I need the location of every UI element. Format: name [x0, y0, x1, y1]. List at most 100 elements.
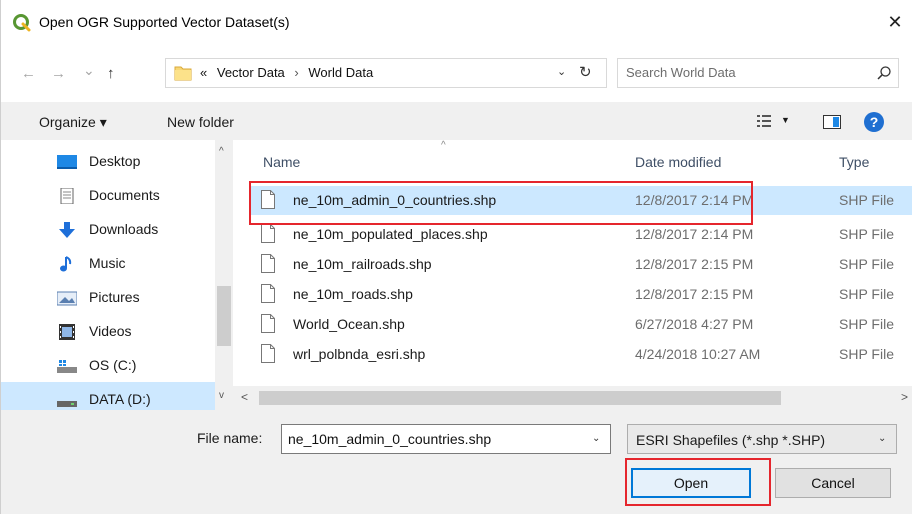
file-date: 12/8/2017 2:15 PM [635, 286, 754, 302]
scroll-right-icon[interactable]: > [901, 390, 908, 404]
file-icon [261, 344, 275, 363]
table-row[interactable]: ne_10m_railroads.shp 12/8/2017 2:15 PM S… [249, 250, 912, 279]
file-name: ne_10m_populated_places.shp [293, 226, 488, 242]
file-icon [261, 190, 275, 209]
file-name: ne_10m_roads.shp [293, 286, 413, 302]
table-row[interactable]: World_Ocean.shp 6/27/2018 4:27 PM SHP Fi… [249, 310, 912, 339]
desktop-icon [57, 155, 77, 169]
back-arrow-icon[interactable]: ← [21, 64, 36, 84]
sidebar-item-os-c[interactable]: OS (C:) [1, 348, 215, 382]
table-row[interactable]: ne_10m_populated_places.shp 12/8/2017 2:… [249, 220, 912, 249]
drive-icon [57, 401, 77, 407]
file-date: 4/24/2018 10:27 AM [635, 346, 761, 362]
file-type: SHP File [839, 286, 894, 302]
close-icon[interactable]: ✕ [885, 12, 905, 32]
sidebar-item-videos[interactable]: Videos [1, 314, 215, 348]
preview-pane-icon[interactable] [823, 115, 841, 129]
cancel-button[interactable]: Cancel [775, 468, 891, 498]
new-folder-button[interactable]: New folder [167, 114, 234, 130]
table-row[interactable]: wrl_polbnda_esri.shp 4/24/2018 10:27 AM … [249, 340, 912, 369]
up-arrow-icon[interactable]: ↑ [107, 64, 115, 84]
file-type: SHP File [839, 192, 894, 208]
forward-arrow-icon[interactable]: → [51, 64, 66, 84]
column-header-name[interactable]: Name ^ [233, 140, 613, 180]
breadcrumb-overflow[interactable]: « [200, 65, 207, 80]
sidebar-item-data-d[interactable]: DATA (D:) [1, 382, 215, 410]
search-input[interactable] [626, 65, 866, 80]
file-icon [261, 224, 275, 243]
help-icon[interactable]: ? [864, 112, 884, 132]
videos-icon [59, 324, 75, 340]
column-header-date[interactable]: Date modified [623, 140, 823, 180]
sidebar-item-pictures[interactable]: Pictures [1, 280, 215, 314]
chevron-down-icon[interactable]: ⌄ [557, 65, 566, 78]
horizontal-scrollbar[interactable]: < > [233, 386, 912, 410]
navigation-pane: Desktop Documents Downloads Music Pictur… [1, 140, 233, 410]
file-date: 6/27/2018 4:27 PM [635, 316, 754, 332]
sidebar-item-label: Desktop [89, 153, 141, 169]
sidebar-item-label: Downloads [89, 221, 159, 237]
drive-icon [57, 360, 77, 373]
open-file-dialog: Open OGR Supported Vector Dataset(s) ✕ ←… [0, 0, 912, 514]
downloads-icon [59, 222, 75, 238]
file-date: 12/8/2017 2:14 PM [635, 226, 754, 242]
refresh-icon[interactable]: ↻ [579, 63, 592, 81]
file-name-input[interactable] [288, 431, 578, 447]
file-type-value: ESRI Shapefiles (*.shp *.SHP) [636, 432, 826, 448]
scroll-up-icon[interactable]: ^ [219, 146, 224, 157]
scroll-down-icon[interactable]: v [219, 390, 224, 401]
sidebar-item-label: Videos [89, 323, 132, 339]
file-type: SHP File [839, 226, 894, 242]
command-bar: Organize ▾ New folder ▼ ? [1, 102, 912, 140]
sidebar-item-label: Documents [89, 187, 160, 203]
file-type-select[interactable]: ESRI Shapefiles (*.shp *.SHP) ⌄ [627, 424, 897, 454]
search-box [617, 58, 899, 88]
breadcrumb-separator[interactable]: › [294, 65, 298, 80]
breadcrumb-vector-data[interactable]: Vector Data [217, 65, 285, 80]
file-date: 12/8/2017 2:15 PM [635, 256, 754, 272]
file-type: SHP File [839, 346, 894, 362]
music-icon [60, 256, 72, 272]
sidebar-item-desktop[interactable]: Desktop [1, 144, 215, 178]
file-name-combobox: ⌄ [281, 424, 611, 454]
sidebar-item-label: OS (C:) [89, 357, 137, 373]
title-bar: Open OGR Supported Vector Dataset(s) ✕ [1, 0, 912, 46]
sidebar-item-label: Pictures [89, 289, 140, 305]
sidebar-item-documents[interactable]: Documents [1, 178, 215, 212]
open-button[interactable]: Open [631, 468, 751, 498]
organize-button[interactable]: Organize ▾ [39, 114, 107, 131]
horizontal-scroll-thumb[interactable] [259, 391, 781, 405]
documents-icon [60, 188, 74, 204]
file-icon [261, 314, 275, 333]
file-name: World_Ocean.shp [293, 316, 405, 332]
breadcrumb: « Vector Data › World Data [200, 65, 373, 80]
table-row[interactable]: ne_10m_admin_0_countries.shp 12/8/2017 2… [249, 186, 912, 215]
sidebar-item-downloads[interactable]: Downloads [1, 212, 215, 246]
sidebar-scrollbar[interactable]: ^ v [215, 140, 233, 410]
view-options-icon[interactable] [757, 115, 771, 127]
chevron-down-icon: ⌄ [878, 433, 887, 444]
breadcrumb-world-data[interactable]: World Data [308, 65, 373, 80]
qgis-logo-icon [13, 14, 31, 32]
file-list: Name ^ Date modified Type ne_10m_admin_0… [233, 140, 912, 410]
pictures-icon [57, 291, 77, 306]
sidebar-item-music[interactable]: Music [1, 246, 215, 280]
file-name-label: File name: [197, 430, 263, 446]
chevron-down-icon[interactable]: ⌄ [592, 433, 600, 444]
address-row: ← → ⌄ ↑ « Vector Data › World Data ⌄ ↻ [1, 46, 912, 102]
file-type: SHP File [839, 256, 894, 272]
recent-locations-icon[interactable]: ⌄ [83, 60, 95, 80]
sidebar-item-label: DATA (D:) [89, 391, 151, 407]
table-row[interactable]: ne_10m_roads.shp 12/8/2017 2:15 PM SHP F… [249, 280, 912, 309]
sort-ascending-icon: ^ [441, 140, 446, 151]
sidebar-scroll-thumb[interactable] [217, 286, 231, 346]
sidebar-item-label: Music [89, 255, 126, 271]
scroll-left-icon[interactable]: < [241, 390, 248, 404]
view-dropdown-icon[interactable]: ▼ [781, 115, 790, 125]
dialog-footer: File name: ⌄ ESRI Shapefiles (*.shp *.SH… [1, 410, 912, 514]
address-bar[interactable]: « Vector Data › World Data ⌄ ↻ [165, 58, 607, 88]
file-icon [261, 254, 275, 273]
search-icon[interactable] [876, 65, 892, 81]
file-name: ne_10m_railroads.shp [293, 256, 432, 272]
column-header-type[interactable]: Type [827, 140, 912, 180]
